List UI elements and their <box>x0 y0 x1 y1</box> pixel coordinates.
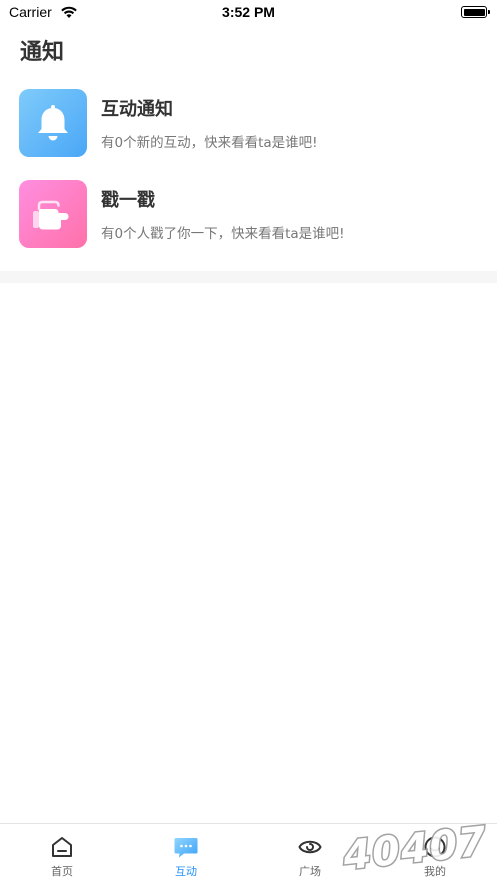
tab-square[interactable]: 广场 <box>248 824 372 883</box>
home-icon <box>50 835 74 859</box>
tab-label: 首页 <box>51 865 73 878</box>
eye-icon <box>298 835 322 859</box>
status-bar: Carrier 3:52 PM <box>0 0 497 26</box>
notice-title: 互动通知 <box>101 99 173 120</box>
page-title: 通知 <box>20 40 65 65</box>
notice-title: 戳一戳 <box>101 190 155 211</box>
tab-profile[interactable]: 我的 <box>373 824 497 883</box>
status-time: 3:52 PM <box>222 4 275 20</box>
section-divider <box>0 271 497 283</box>
notice-subtitle: 有0个新的互动，快来看看ta是谁吧! <box>101 135 318 151</box>
bell-icon <box>19 89 87 157</box>
tab-label: 我的 <box>424 865 446 878</box>
tab-home[interactable]: 首页 <box>0 824 124 883</box>
profile-icon <box>423 835 447 859</box>
screen: Carrier 3:52 PM 通知 互动通知 有0个新的互动，快来看看ta是谁… <box>0 0 497 883</box>
notice-subtitle: 有0个人戳了你一下，快来看看ta是谁吧! <box>101 226 345 242</box>
chat-bubble-icon <box>174 835 198 859</box>
tab-bar: 首页 互动 广场 我的 <box>0 823 497 883</box>
notice-item-poke[interactable]: 戳一戳 有0个人戳了你一下，快来看看ta是谁吧! <box>19 180 479 248</box>
notice-item-interaction[interactable]: 互动通知 有0个新的互动，快来看看ta是谁吧! <box>19 89 479 157</box>
tab-label: 互动 <box>175 865 197 878</box>
tab-interaction[interactable]: 互动 <box>124 824 248 883</box>
battery-icon <box>461 6 490 18</box>
tab-label: 广场 <box>299 865 321 878</box>
poke-hand-icon <box>19 180 87 248</box>
